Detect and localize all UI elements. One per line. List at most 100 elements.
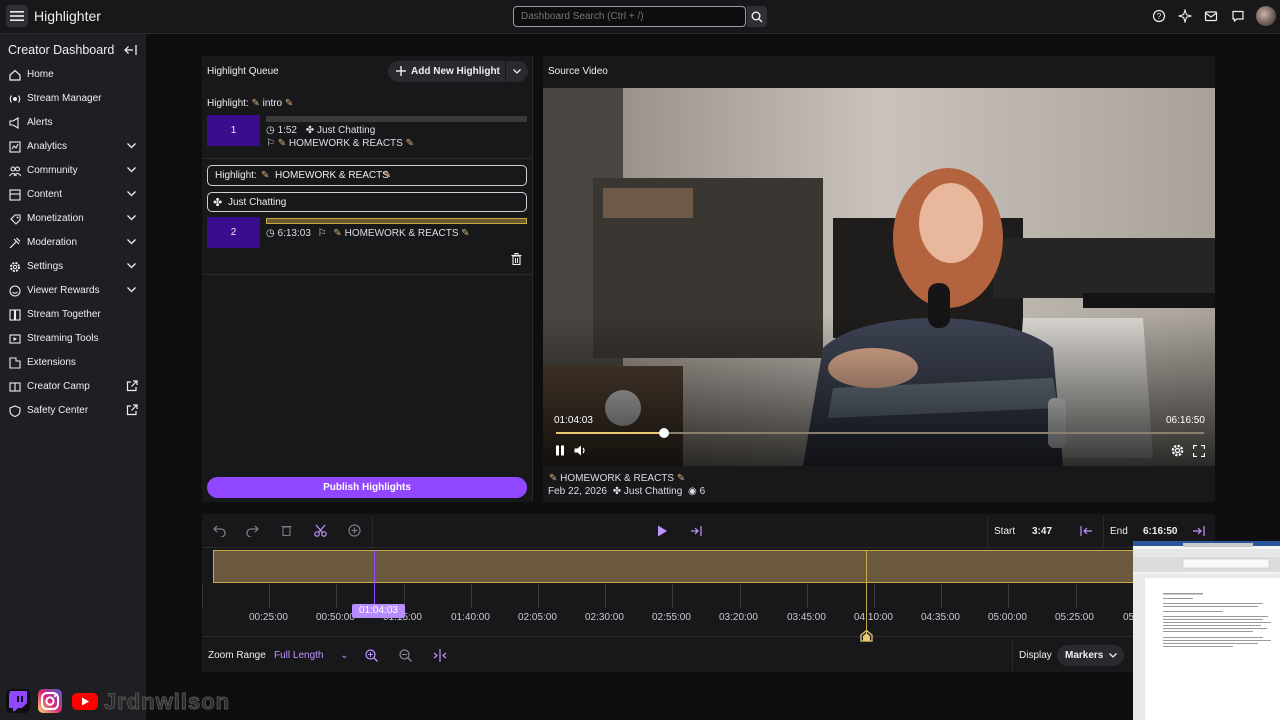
highlight-1-meta-row1: ◷ 1:52 ✤ Just Chatting xyxy=(266,125,375,136)
set-start-icon[interactable] xyxy=(1080,525,1093,537)
undo-icon[interactable] xyxy=(213,524,226,537)
sidebar-item-stream-manager[interactable]: Stream Manager xyxy=(0,87,146,111)
highlight-heading-prefix: Highlight: xyxy=(207,98,249,109)
clip-emoji-icon: ✎ xyxy=(549,473,558,484)
display-label: Display xyxy=(1019,650,1052,661)
highlight-title-field[interactable]: Highlight: ✎ HOMEWORK & REACTS ✎ xyxy=(207,165,527,186)
external-link-icon xyxy=(126,404,138,416)
timeline-tick-label: 02:05:00 xyxy=(518,612,557,623)
highlight-1-thumbnail[interactable]: 1 xyxy=(207,115,260,146)
monetization-icon xyxy=(10,214,21,225)
timeline-tick-label: 03:45:00 xyxy=(787,612,826,623)
start-value[interactable]: 3:47 xyxy=(1032,526,1052,537)
sidebar-item-safety-center[interactable]: Safety Center xyxy=(0,399,146,423)
clip-emoji-icon: ✎ xyxy=(461,228,470,239)
video-player[interactable] xyxy=(543,88,1215,466)
highlight-category-field[interactable]: ✤ Just Chatting xyxy=(207,192,527,212)
sidebar-item-community[interactable]: Community xyxy=(0,159,146,183)
sidebar-item-label: Streaming Tools xyxy=(27,333,99,344)
timeline-footer-separator xyxy=(202,636,1215,637)
playhead-time-tag[interactable]: 01:04:03 xyxy=(352,604,405,618)
settings-gear-icon[interactable] xyxy=(1171,444,1184,457)
redo-icon[interactable] xyxy=(246,524,259,537)
add-new-highlight-button[interactable]: Add New Highlight xyxy=(388,61,505,82)
clip-emoji-icon: ✎ xyxy=(333,228,342,239)
video-seek-handle[interactable] xyxy=(659,428,669,438)
sidebar-item-label: Content xyxy=(27,189,63,200)
sidebar-item-label: Monetization xyxy=(27,213,84,224)
sidebar-item-analytics[interactable]: Analytics xyxy=(0,135,146,159)
whispers-icon[interactable] xyxy=(1231,9,1245,23)
timeline-tick xyxy=(1008,584,1009,608)
sidebar-item-label: Home xyxy=(27,69,54,80)
highlight-heading-name: intro xyxy=(262,98,283,109)
document-window-thumbnail[interactable] xyxy=(1133,541,1280,720)
timeline-tick xyxy=(874,584,875,608)
timeline-tick xyxy=(740,584,741,608)
timeline-clip-region[interactable] xyxy=(213,550,1215,583)
sidebar-item-streaming-tools[interactable]: Streaming Tools xyxy=(0,327,146,351)
zoom-range-label: Zoom Range xyxy=(208,650,266,661)
highlight-1-category: Just Chatting xyxy=(316,125,376,136)
set-end-icon[interactable] xyxy=(1192,525,1205,537)
collapse-sidebar-icon[interactable] xyxy=(124,44,137,56)
end-value[interactable]: 6:16:50 xyxy=(1143,526,1177,537)
chevron-down-icon xyxy=(127,263,136,269)
zoom-out-icon[interactable] xyxy=(399,649,412,662)
dashboard-search-input[interactable] xyxy=(513,6,746,27)
document-preview-image xyxy=(1133,541,1280,720)
publish-highlights-button[interactable]: Publish Highlights xyxy=(207,477,527,498)
sidebar-item-label: Community xyxy=(27,165,78,176)
sidebar-item-settings[interactable]: Settings xyxy=(0,255,146,279)
trash-icon[interactable] xyxy=(511,253,522,265)
play-icon[interactable] xyxy=(657,525,668,537)
sidebar-item-extensions[interactable]: Extensions xyxy=(0,351,146,375)
clip-emoji-icon: ✎ xyxy=(383,170,392,181)
stream-views: 6 xyxy=(699,486,706,497)
clip-end-marker-icon[interactable] xyxy=(860,630,873,642)
zoom-in-icon[interactable] xyxy=(365,649,378,662)
fullscreen-icon[interactable] xyxy=(1193,445,1205,457)
sidebar-item-label: Stream Together xyxy=(27,309,101,320)
add-highlight-dropdown-button[interactable] xyxy=(506,61,528,82)
scissors-icon[interactable] xyxy=(314,524,327,537)
sidebar-item-moderation[interactable]: Moderation xyxy=(0,231,146,255)
help-icon[interactable]: ? xyxy=(1152,9,1166,23)
video-frame-image xyxy=(543,88,1215,466)
clip-emoji-icon: ✎ xyxy=(284,98,294,109)
svg-text:?: ? xyxy=(1157,12,1162,21)
pause-icon[interactable] xyxy=(555,445,565,456)
chevron-down-icon xyxy=(513,69,521,74)
fit-timeline-icon[interactable] xyxy=(433,649,447,662)
title-field-value: HOMEWORK & REACTS xyxy=(275,170,389,181)
title-icon: ⚐ xyxy=(266,138,275,149)
delete-clip-icon[interactable] xyxy=(281,524,292,536)
sidebar-item-alerts[interactable]: Alerts xyxy=(0,111,146,135)
sidebar-item-label: Safety Center xyxy=(27,405,89,416)
sidebar-item-home[interactable]: Home xyxy=(0,63,146,87)
sidebar-item-monetization[interactable]: Monetization xyxy=(0,207,146,231)
timeline-playhead[interactable] xyxy=(374,550,375,608)
inbox-icon[interactable] xyxy=(1204,9,1218,23)
category-icon: ✤ xyxy=(305,125,315,136)
chevron-down-icon xyxy=(1109,653,1117,658)
sidebar-item-creator-camp[interactable]: Creator Camp xyxy=(0,375,146,399)
queue-separator xyxy=(202,274,532,275)
jump-to-end-icon[interactable] xyxy=(690,525,704,537)
hamburger-icon xyxy=(10,11,24,21)
sidebar-item-stream-together[interactable]: Stream Together xyxy=(0,303,146,327)
search-button[interactable] xyxy=(747,6,767,27)
sidebar-item-viewer-rewards[interactable]: Viewer Rewards xyxy=(0,279,146,303)
stream-category: Just Chatting xyxy=(623,486,683,497)
sidebar-item-content[interactable]: Content xyxy=(0,183,146,207)
hamburger-menu-button[interactable] xyxy=(6,5,28,27)
volume-icon[interactable] xyxy=(574,445,587,456)
extensions-icon xyxy=(9,357,21,369)
sparkle-icon[interactable] xyxy=(1178,9,1192,23)
timeline-tick-label: 02:30:00 xyxy=(585,612,624,623)
add-marker-icon[interactable] xyxy=(348,524,361,537)
user-avatar[interactable] xyxy=(1256,6,1276,26)
highlight-2-thumbnail[interactable]: 2 xyxy=(207,217,260,248)
zoom-range-select[interactable]: Full Length ⌄ xyxy=(274,650,349,661)
display-select[interactable]: Markers xyxy=(1057,645,1124,666)
